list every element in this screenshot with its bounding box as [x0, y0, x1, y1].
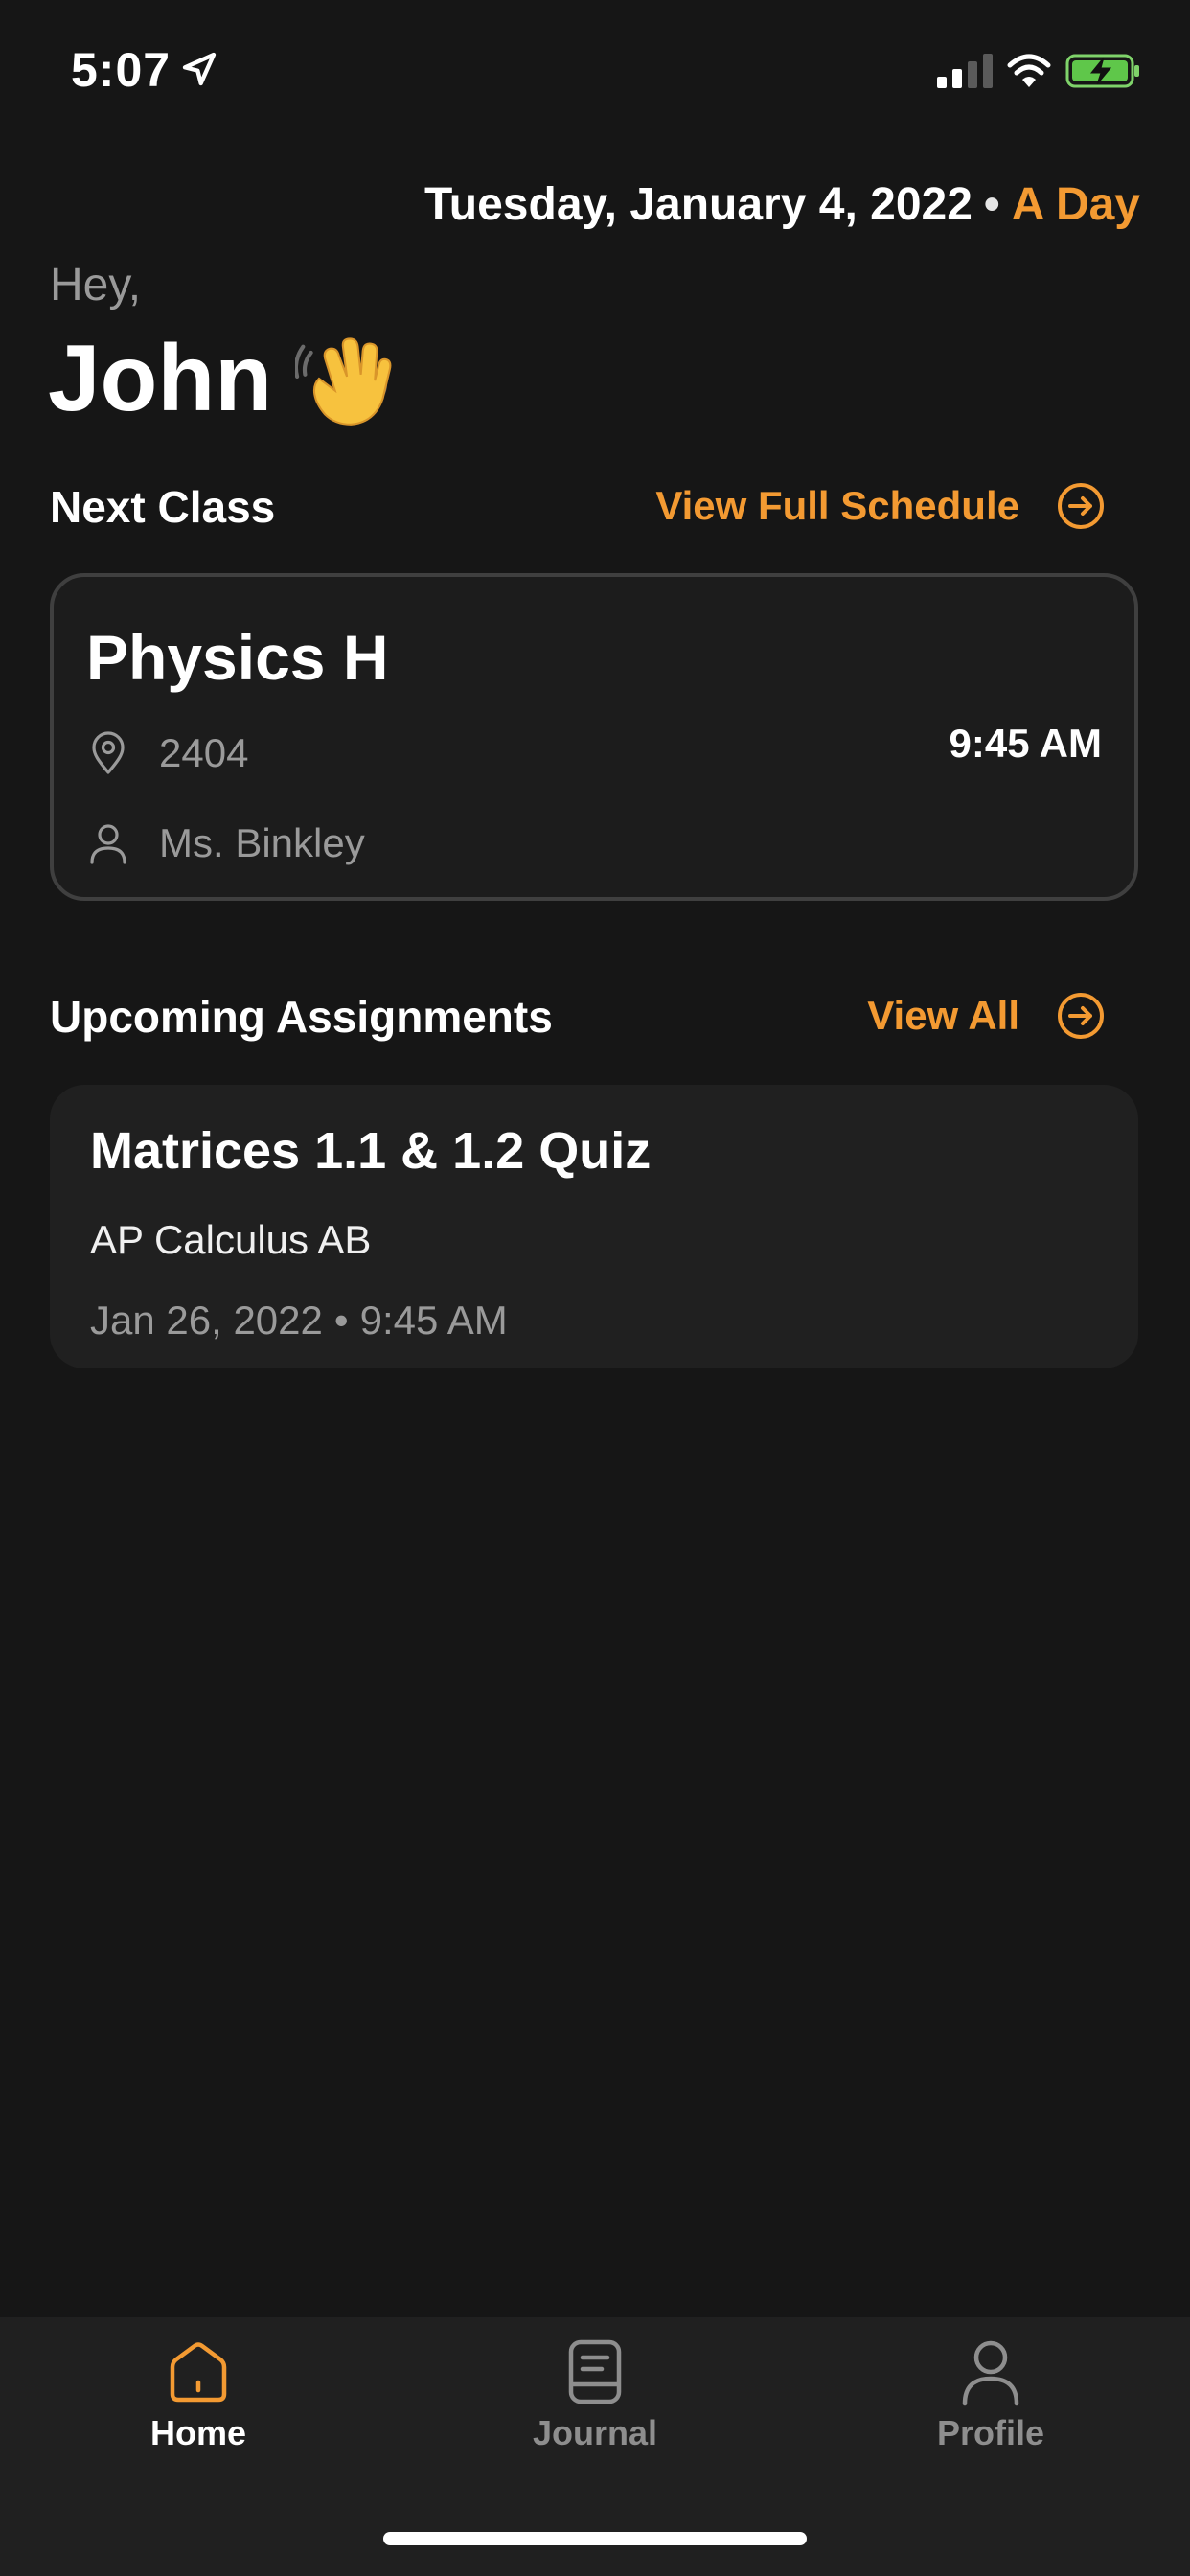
home-indicator[interactable] [383, 2532, 807, 2545]
battery-charging-icon [1065, 54, 1139, 88]
tab-profile[interactable]: Profile [876, 2336, 1106, 2453]
tab-journal-label: Journal [532, 2413, 658, 2452]
day-type-label: A Day [1011, 179, 1140, 230]
location-pin-icon [92, 731, 125, 774]
tab-bar: Home Journal Profile [0, 2317, 1190, 2576]
assignment-due: Jan 26, 2022 • 9:45 AM [90, 1298, 508, 1344]
assignment-course: AP Calculus AB [90, 1217, 372, 1262]
user-name: John [48, 325, 273, 430]
arrow-right-circle-icon [1058, 483, 1104, 529]
waving-hand-icon [295, 336, 392, 426]
view-all-label: View All [867, 993, 1019, 1038]
assignment-separator: • [333, 1298, 349, 1343]
tab-home-label: Home [149, 2413, 247, 2452]
class-teacher: Ms. Binkley [159, 820, 365, 865]
tab-home[interactable]: Home [83, 2336, 313, 2453]
cellular-signal-icon [937, 54, 993, 88]
assignment-card[interactable]: Matrices 1.1 & 1.2 Quiz AP Calculus AB J… [50, 1085, 1138, 1368]
person-icon [90, 824, 126, 864]
profile-icon [962, 2340, 1019, 2406]
journal-icon [568, 2339, 622, 2404]
class-room: 2404 [159, 730, 249, 775]
greeting-text: Hey, [50, 260, 142, 310]
class-teacher-row: Ms. Binkley [86, 820, 365, 866]
current-date: Tuesday, January 4, 2022 [424, 179, 973, 230]
view-full-schedule-link[interactable]: View Full Schedule [655, 481, 1106, 531]
arrow-right-circle-icon [1058, 993, 1104, 1039]
date-separator: • [983, 179, 1000, 230]
class-name: Physics H [86, 622, 389, 693]
wifi-icon [1007, 54, 1051, 87]
date-line: Tuesday, January 4, 2022 • A Day [424, 178, 1140, 231]
location-arrow-icon [182, 52, 217, 86]
greeting-name-row: John [48, 324, 395, 432]
upcoming-assignments-heading: Upcoming Assignments [50, 992, 553, 1042]
class-time: 9:45 AM [949, 721, 1103, 766]
status-bar: 5:07 [0, 0, 1190, 144]
tab-journal[interactable]: Journal [480, 2336, 710, 2453]
assignment-date: Jan 26, 2022 [90, 1298, 323, 1343]
home-icon [170, 2342, 227, 2403]
next-class-heading: Next Class [50, 482, 276, 532]
tab-profile-label: Profile [936, 2413, 1045, 2452]
status-time: 5:07 [71, 43, 172, 97]
class-room-row: 2404 [86, 730, 248, 776]
assignment-title: Matrices 1.1 & 1.2 Quiz [90, 1122, 652, 1180]
view-full-schedule-label: View Full Schedule [655, 483, 1019, 528]
view-all-assignments-link[interactable]: View All [867, 991, 1106, 1041]
assignment-time: 9:45 AM [359, 1298, 508, 1343]
next-class-card[interactable]: Physics H 9:45 AM 2404 Ms. Binkley [50, 573, 1138, 901]
